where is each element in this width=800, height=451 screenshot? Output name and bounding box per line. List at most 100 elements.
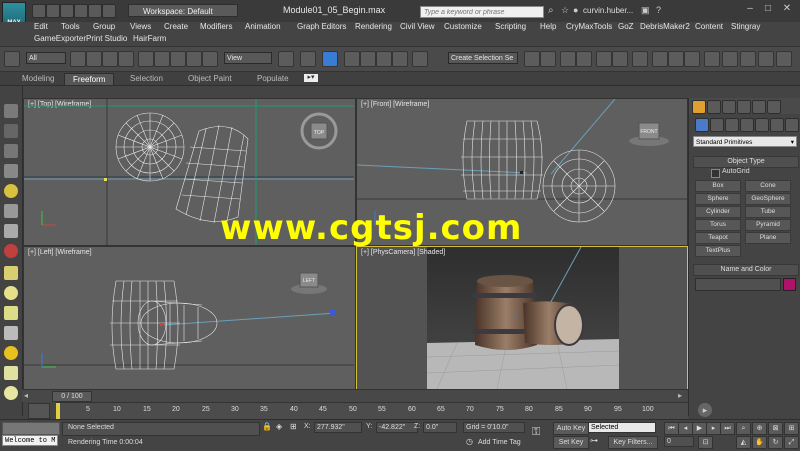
menu-animation[interactable]: Animation	[245, 22, 281, 31]
display-tab-icon[interactable]	[752, 100, 766, 114]
object-color-swatch[interactable]	[783, 278, 796, 291]
render-iterative-icon[interactable]	[704, 51, 720, 67]
maxscript-mini-listener[interactable]: Welcome to M	[2, 435, 58, 446]
reference-coordinate-dropdown[interactable]: View	[224, 52, 272, 64]
name-color-rollout-header[interactable]: Name and Color	[693, 264, 799, 276]
menu-customize[interactable]: Customize	[444, 22, 482, 31]
menu-views[interactable]: Views	[130, 22, 151, 31]
render-production-icon[interactable]	[684, 51, 700, 67]
set-key-mode-icon[interactable]: ⊶	[590, 436, 604, 447]
new-file-icon[interactable]	[32, 4, 46, 18]
zoom-extents-all-icon[interactable]: ⊞	[784, 422, 799, 435]
tab-populate[interactable]: Populate	[249, 73, 297, 84]
tab-selection[interactable]: Selection	[122, 73, 171, 84]
workspace-dropdown[interactable]: Workspace: Default	[128, 4, 238, 17]
z-coordinate-field[interactable]: 0.0"	[423, 422, 457, 433]
menu-help[interactable]: Help	[540, 22, 556, 31]
favorites-icon[interactable]: ☆	[561, 5, 569, 16]
cone-icon[interactable]	[4, 326, 18, 340]
scene-explorer-icon[interactable]	[560, 51, 576, 67]
select-object-icon[interactable]	[70, 51, 86, 67]
list-icon[interactable]	[4, 164, 18, 178]
motion-tab-icon[interactable]	[737, 100, 751, 114]
play-icon[interactable]: ▶	[692, 422, 707, 435]
time-slider-thumb[interactable]: 0 / 100	[52, 391, 92, 402]
object-yellow-icon[interactable]	[4, 266, 18, 280]
lock-selection-icon[interactable]: 🔒	[262, 422, 272, 431]
save-file-icon[interactable]	[60, 4, 74, 18]
search-icon[interactable]: ⌕	[548, 5, 554, 16]
add-time-tag-button[interactable]: Add Time Tag	[478, 439, 521, 446]
next-frame-icon[interactable]: ▸	[706, 422, 721, 435]
menu-gameexporter[interactable]: GameExporter	[34, 34, 86, 43]
spinner-snap-icon[interactable]	[392, 51, 408, 67]
grid-icon[interactable]	[4, 124, 18, 138]
tab-freeform[interactable]: Freeform	[64, 73, 115, 86]
set-key-button[interactable]: Set Key	[553, 436, 589, 449]
percent-snap-icon[interactable]	[376, 51, 392, 67]
cart-icon[interactable]: ▣	[641, 5, 650, 16]
pushpin-icon[interactable]	[758, 51, 774, 67]
layer-explorer-icon[interactable]	[576, 51, 592, 67]
create-tab-icon[interactable]	[692, 100, 706, 114]
lights-icon[interactable]	[725, 118, 739, 132]
lens-icon[interactable]	[4, 224, 18, 238]
time-tag-icon[interactable]: ◷	[466, 437, 473, 446]
scene-icon[interactable]	[4, 144, 18, 158]
edit-named-selection-icon[interactable]	[412, 51, 428, 67]
menu-rendering[interactable]: Rendering	[355, 22, 392, 31]
angle-snap-icon[interactable]	[360, 51, 376, 67]
light-icon[interactable]	[4, 184, 18, 198]
cylinder-icon[interactable]	[4, 306, 18, 320]
keyboard-shortcut-icon[interactable]	[322, 51, 338, 67]
sun-icon[interactable]	[4, 346, 18, 360]
select-scale-icon[interactable]	[170, 51, 186, 67]
align-icon[interactable]	[540, 51, 556, 67]
hierarchy-tab-icon[interactable]	[722, 100, 736, 114]
redo-icon[interactable]	[88, 4, 102, 18]
selection-filter-dropdown[interactable]: All	[26, 52, 66, 64]
shapes-icon[interactable]	[710, 118, 724, 132]
pyramid-button[interactable]: Pyramid	[745, 219, 791, 231]
viewcube-top[interactable]: TOP	[300, 112, 338, 150]
menu-hairfarm[interactable]: HairFarm	[133, 34, 166, 43]
select-by-name-icon[interactable]	[86, 51, 102, 67]
viewport-camera-label[interactable]: [+] [PhysCamera] [Shaded]	[361, 249, 445, 256]
use-pivot-icon[interactable]	[202, 51, 218, 67]
material-editor-icon[interactable]	[632, 51, 648, 67]
object-name-input[interactable]	[695, 278, 781, 291]
menu-stingray[interactable]: Stingray	[731, 22, 760, 31]
rectangular-selection-icon[interactable]	[102, 51, 118, 67]
menu-modifiers[interactable]: Modifiers	[200, 22, 232, 31]
textplus-button[interactable]: TextPlus	[695, 245, 741, 257]
teapot-render-icon[interactable]	[722, 51, 738, 67]
viewport-camera[interactable]: [+] [PhysCamera] [Shaded]	[356, 246, 688, 390]
x-coordinate-field[interactable]: 277.932"	[314, 422, 362, 433]
sphere-button[interactable]: Sphere	[695, 193, 741, 205]
menu-create[interactable]: Create	[164, 22, 188, 31]
help-icon[interactable]: ?	[656, 5, 661, 15]
search-input[interactable]	[420, 6, 544, 18]
menu-content[interactable]: Content	[695, 22, 723, 31]
placement-icon[interactable]	[186, 51, 202, 67]
maximize-viewport-icon[interactable]: ⤢	[784, 436, 799, 449]
geometry-icon[interactable]	[695, 118, 709, 132]
zoom-icon[interactable]: ⌕	[736, 422, 751, 435]
menu-civil-view[interactable]: Civil View	[400, 22, 435, 31]
ribbon-options-icon[interactable]: ▸▾	[304, 74, 318, 82]
cone-button[interactable]: Cone	[745, 180, 791, 192]
undo-icon[interactable]	[74, 4, 88, 18]
torus-button[interactable]: Torus	[695, 219, 741, 231]
field-of-view-icon[interactable]: ◭	[736, 436, 751, 449]
menu-debrismaker2[interactable]: DebrisMaker2	[640, 22, 690, 31]
slider-prev-icon[interactable]: ◂	[24, 391, 28, 400]
hair-icon[interactable]	[776, 51, 792, 67]
menu-tools[interactable]: Tools	[61, 22, 80, 31]
pot-icon[interactable]	[4, 366, 18, 380]
render-setup-icon[interactable]	[652, 51, 668, 67]
autogrid-checkbox[interactable]	[711, 169, 720, 178]
object-type-rollout-header[interactable]: Object Type	[693, 156, 799, 168]
schematic-view-icon[interactable]	[612, 51, 628, 67]
current-frame-field[interactable]: 0	[664, 436, 694, 447]
space-warps-icon[interactable]	[770, 118, 784, 132]
